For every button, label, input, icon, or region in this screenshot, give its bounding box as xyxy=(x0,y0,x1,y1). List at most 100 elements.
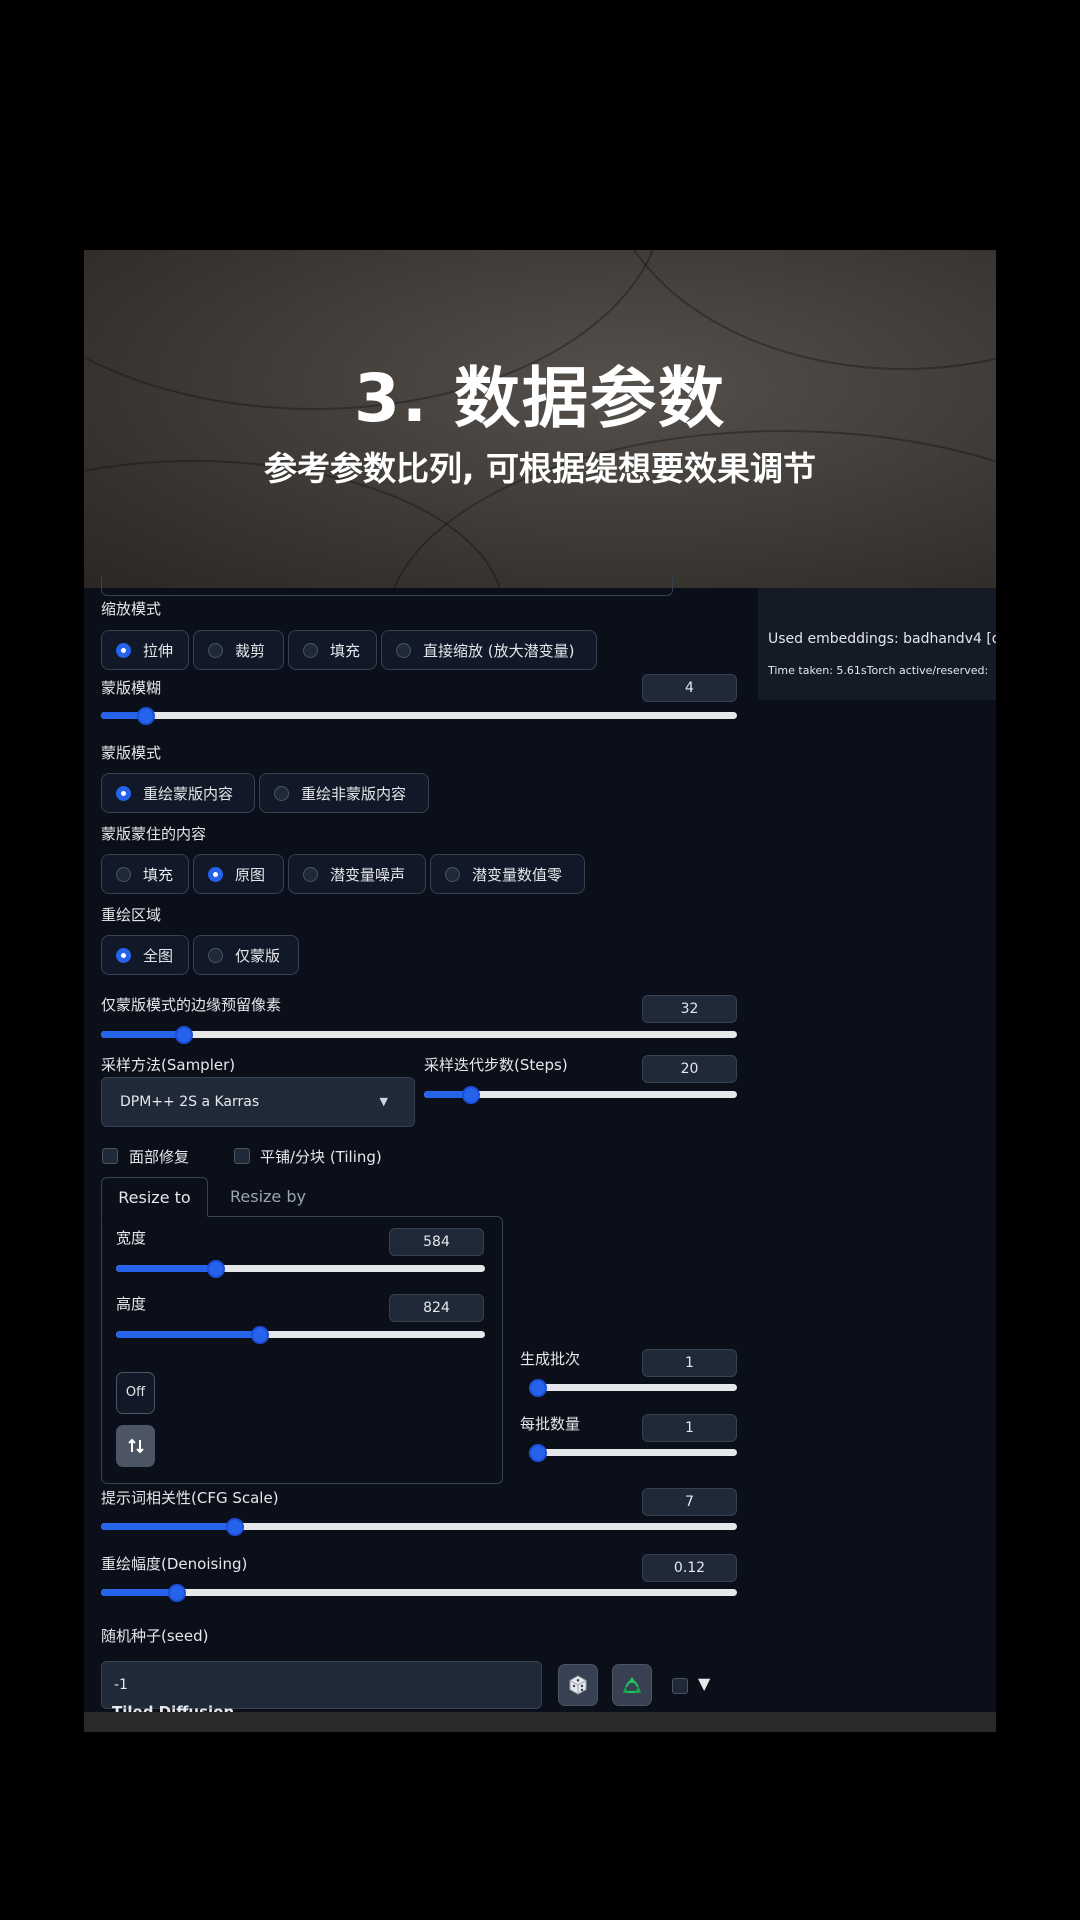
radio-just-resize[interactable]: 拉伸 xyxy=(101,630,189,670)
resize-mode-group: 拉伸 裁剪 填充 直接缩放 (放大潜变量) xyxy=(101,630,597,670)
tiling-label: 平铺/分块 (Tiling) xyxy=(260,1148,382,1166)
radio-dot xyxy=(445,866,460,882)
batch-size-value[interactable]: 1 xyxy=(642,1414,737,1442)
extra-options-toggle[interactable]: ▼ xyxy=(698,1674,710,1693)
batch-size-label: 每批数量 xyxy=(520,1415,581,1433)
sampler-value: DPM++ 2S a Karras xyxy=(120,1094,260,1110)
denoising-slider[interactable] xyxy=(101,1583,737,1603)
resize-tabs: Resize to Resize by xyxy=(101,1177,503,1217)
cfg-label: 提示词相关性(CFG Scale) xyxy=(101,1489,279,1507)
settings-panel: 缩放模式 拉伸 裁剪 填充 直接缩放 (放大潜变量) 蒙版模糊 4 蒙版模式 重… xyxy=(84,576,744,1732)
radio-fill[interactable]: 填充 xyxy=(288,630,377,670)
radio-label: 填充 xyxy=(143,865,174,884)
inpaint-area-group: 全图 仅蒙版 xyxy=(101,935,299,975)
radio-dot xyxy=(208,642,223,658)
cfg-value[interactable]: 7 xyxy=(642,1488,737,1516)
height-label: 高度 xyxy=(116,1295,147,1313)
radio-label: 直接缩放 (放大潜变量) xyxy=(423,641,575,660)
batch-count-value[interactable]: 1 xyxy=(642,1349,737,1377)
masked-content-group: 填充 原图 潜变量噪声 潜变量数值零 xyxy=(101,854,585,894)
radio-label: 潜变量噪声 xyxy=(330,865,406,884)
mask-mode-group: 重绘蒙版内容 重绘非蒙版内容 xyxy=(101,773,429,813)
resize-mode-label: 缩放模式 xyxy=(101,600,162,618)
seed-label: 随机种子(seed) xyxy=(101,1627,209,1645)
embeddings-info: Used embeddings: badhandv4 [db xyxy=(768,631,996,647)
inpaint-area-label: 重绘区域 xyxy=(101,906,162,924)
radio-selected-dot xyxy=(116,642,131,658)
height-slider[interactable] xyxy=(116,1325,485,1345)
tab-resize-by[interactable]: Resize by xyxy=(213,1177,323,1217)
resize-to-panel: 宽度 584 高度 824 Off xyxy=(101,1216,503,1484)
radio-latent-nothing[interactable]: 潜变量数值零 xyxy=(430,854,585,894)
reuse-seed-button[interactable] xyxy=(612,1664,652,1706)
width-slider[interactable] xyxy=(116,1259,485,1279)
radio-dot xyxy=(396,642,411,658)
time-taken-info: Time taken: 5.61sTorch active/reserved: xyxy=(768,664,989,677)
dice-icon xyxy=(569,1675,587,1695)
random-seed-button[interactable] xyxy=(558,1664,598,1706)
radio-selected-dot xyxy=(116,785,131,801)
width-label: 宽度 xyxy=(116,1229,147,1247)
radio-dot xyxy=(303,866,318,882)
radio-label: 重绘非蒙版内容 xyxy=(301,784,407,803)
width-value[interactable]: 584 xyxy=(389,1228,484,1256)
steps-value[interactable]: 20 xyxy=(642,1055,737,1083)
batch-size-slider[interactable] xyxy=(529,1443,737,1463)
tab-resize-to[interactable]: Resize to xyxy=(101,1177,208,1217)
screenshot-frame: 3. 数据参数 参考参数比列, 可根据缇想要效果调节 缩放模式 拉伸 裁剪 填充… xyxy=(84,250,996,1732)
radio-dot xyxy=(274,785,289,801)
cfg-slider[interactable] xyxy=(101,1517,737,1537)
radio-label: 全图 xyxy=(143,946,174,965)
steps-slider[interactable] xyxy=(424,1085,737,1105)
radio-masked-fill[interactable]: 填充 xyxy=(101,854,189,894)
chevron-down-icon: ▼ xyxy=(379,1095,388,1108)
bottom-bar xyxy=(84,1712,996,1732)
swap-dimensions-button[interactable] xyxy=(116,1425,155,1467)
radio-dot xyxy=(303,642,318,658)
padding-label: 仅蒙版模式的边缘预留像素 xyxy=(101,996,282,1014)
face-restore-label: 面部修复 xyxy=(129,1148,190,1166)
tiling-checkbox[interactable] xyxy=(234,1148,250,1164)
padding-value[interactable]: 32 xyxy=(642,995,737,1023)
steps-label: 采样迭代步数(Steps) xyxy=(424,1056,568,1074)
radio-whole-picture[interactable]: 全图 xyxy=(101,935,189,975)
radio-label: 裁剪 xyxy=(235,641,266,660)
mask-mode-label: 蒙版模式 xyxy=(101,744,162,762)
radio-label: 仅蒙版 xyxy=(235,946,281,965)
off-button[interactable]: Off xyxy=(116,1372,155,1414)
mask-blur-label: 蒙版模糊 xyxy=(101,679,162,697)
mask-blur-value[interactable]: 4 xyxy=(642,674,737,702)
radio-crop[interactable]: 裁剪 xyxy=(193,630,284,670)
denoising-label: 重绘幅度(Denoising) xyxy=(101,1555,248,1573)
mask-blur-slider[interactable] xyxy=(101,706,737,726)
swap-vertical-icon xyxy=(127,1438,144,1454)
radio-inpaint-not-masked[interactable]: 重绘非蒙版内容 xyxy=(259,773,429,813)
radio-latent-upscale[interactable]: 直接缩放 (放大潜变量) xyxy=(381,630,597,670)
batch-count-slider[interactable] xyxy=(529,1378,737,1398)
sampler-dropdown[interactable]: DPM++ 2S a Karras ▼ xyxy=(101,1077,415,1127)
header-banner: 3. 数据参数 参考参数比列, 可根据缇想要效果调节 xyxy=(84,250,996,588)
radio-label: 原图 xyxy=(235,865,266,884)
radio-inpaint-masked[interactable]: 重绘蒙版内容 xyxy=(101,773,255,813)
generation-info-panel: Used embeddings: badhandv4 [db Time take… xyxy=(758,588,996,700)
radio-selected-dot xyxy=(116,947,131,963)
batch-count-label: 生成批次 xyxy=(520,1350,581,1368)
padding-slider[interactable] xyxy=(101,1025,737,1045)
extra-seed-checkbox[interactable] xyxy=(672,1678,688,1694)
radio-latent-noise[interactable]: 潜变量噪声 xyxy=(288,854,426,894)
radio-dot xyxy=(208,947,223,963)
recycle-icon xyxy=(623,1677,641,1693)
seed-input[interactable] xyxy=(101,1661,542,1709)
face-restore-checkbox[interactable] xyxy=(102,1148,118,1164)
denoising-value[interactable]: 0.12 xyxy=(642,1554,737,1582)
sampler-label: 采样方法(Sampler) xyxy=(101,1056,236,1074)
height-value[interactable]: 824 xyxy=(389,1294,484,1322)
radio-original[interactable]: 原图 xyxy=(193,854,284,894)
prompt-input-edge[interactable] xyxy=(101,576,673,596)
radio-label: 拉伸 xyxy=(143,641,174,660)
masked-content-label: 蒙版蒙住的内容 xyxy=(101,825,207,843)
banner-title: 3. 数据参数 xyxy=(354,360,726,437)
radio-only-masked[interactable]: 仅蒙版 xyxy=(193,935,299,975)
banner-subtitle: 参考参数比列, 可根据缇想要效果调节 xyxy=(263,449,817,488)
tiled-diffusion-header[interactable]: Tiled Diffusion xyxy=(112,1703,234,1712)
